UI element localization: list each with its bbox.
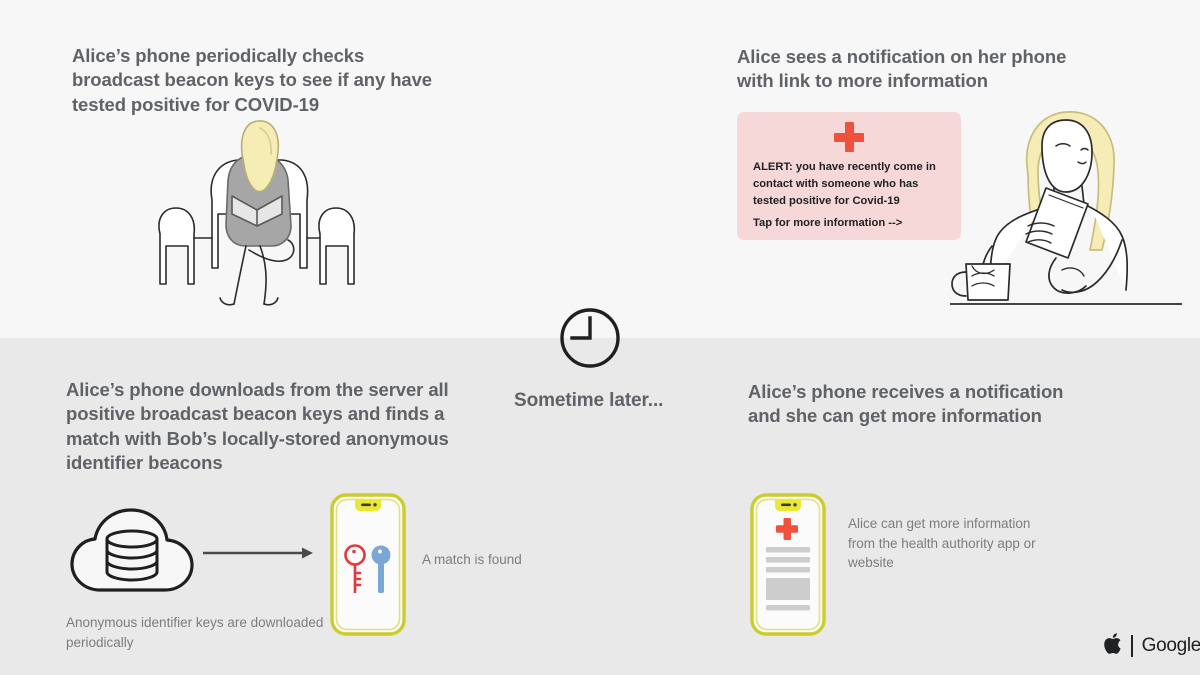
phone-with-matching-keys[interactable] — [330, 493, 406, 641]
step-heading-bottom-left: Alice’s phone downloads from the server … — [66, 379, 449, 474]
step-heading-top-left: Alice’s phone periodically checks broadc… — [72, 45, 432, 115]
sometime-later-label: Sometime later... — [514, 390, 664, 411]
cloud-caption: Anonymous identifier keys are downloaded… — [66, 615, 324, 650]
step-heading-top-right: Alice sees a notification on her phone w… — [737, 46, 1067, 92]
match-found-caption: A match is found — [422, 552, 522, 567]
illustration-person-reading-in-armchair — [150, 118, 365, 313]
cloud-database-icon — [66, 508, 198, 603]
illustration-woman-with-phone-and-mug — [949, 100, 1183, 325]
right-arrow-icon — [203, 545, 315, 566]
apple-google-logo-lockup: Google — [1103, 632, 1200, 660]
alert-tap-link[interactable]: Tap for more information --> — [753, 217, 902, 229]
covid-alert-notification-card[interactable]: ALERT: you have recently come in contact… — [737, 112, 961, 240]
alert-body-text: ALERT: you have recently come in contact… — [753, 161, 936, 207]
step-heading-bottom-right: Alice’s phone receives a notification an… — [748, 381, 1064, 427]
logo-divider — [1131, 635, 1133, 657]
health-authority-caption: Alice can get more information from the … — [848, 516, 1036, 571]
apple-logo-icon — [1103, 632, 1122, 660]
phone-with-health-alert[interactable] — [750, 493, 826, 641]
infographic-canvas: Alice’s phone periodically checks broadc… — [0, 0, 1200, 675]
google-wordmark: Google — [1141, 635, 1200, 656]
clock-icon — [558, 306, 622, 375]
red-cross-icon — [834, 122, 864, 152]
